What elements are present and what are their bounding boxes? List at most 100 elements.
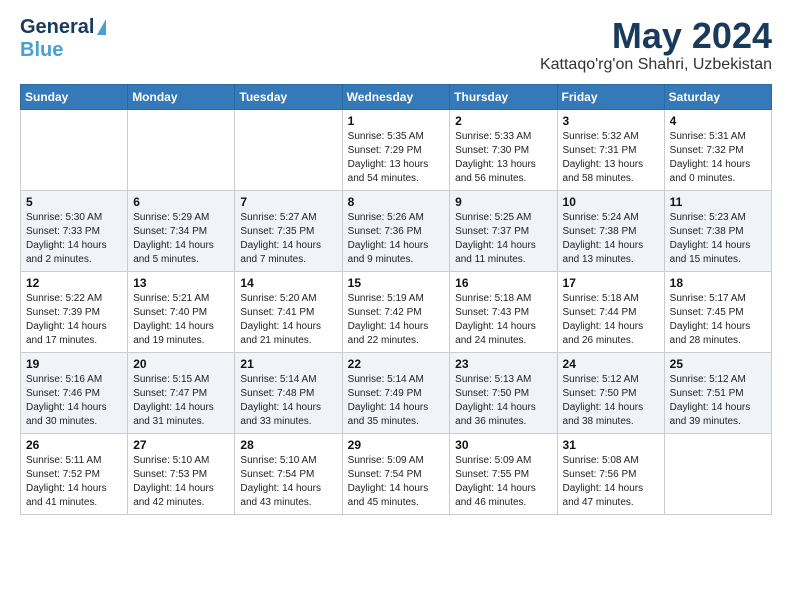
calendar-header-wednesday: Wednesday	[342, 84, 450, 109]
calendar-cell-4-6	[664, 433, 771, 514]
day-number: 21	[240, 357, 336, 371]
day-info: Sunrise: 5:10 AM Sunset: 7:54 PM Dayligh…	[240, 454, 336, 510]
day-info: Sunrise: 5:26 AM Sunset: 7:36 PM Dayligh…	[348, 211, 445, 267]
day-info: Sunrise: 5:18 AM Sunset: 7:44 PM Dayligh…	[563, 292, 659, 348]
calendar-cell-2-1: 13Sunrise: 5:21 AM Sunset: 7:40 PM Dayli…	[128, 271, 235, 352]
day-number: 20	[133, 357, 229, 371]
calendar-header-monday: Monday	[128, 84, 235, 109]
calendar-cell-0-6: 4Sunrise: 5:31 AM Sunset: 7:32 PM Daylig…	[664, 109, 771, 190]
day-number: 18	[670, 276, 766, 290]
day-number: 22	[348, 357, 445, 371]
day-number: 8	[348, 195, 445, 209]
logo: General Blue	[20, 16, 106, 62]
day-info: Sunrise: 5:35 AM Sunset: 7:29 PM Dayligh…	[348, 130, 445, 186]
calendar-header-sunday: Sunday	[21, 84, 128, 109]
day-info: Sunrise: 5:23 AM Sunset: 7:38 PM Dayligh…	[670, 211, 766, 267]
day-number: 6	[133, 195, 229, 209]
location-title: Kattaqo'rg'on Shahri, Uzbekistan	[540, 56, 772, 74]
day-info: Sunrise: 5:22 AM Sunset: 7:39 PM Dayligh…	[26, 292, 122, 348]
calendar-cell-1-4: 9 Sunrise: 5:25 AM Sunset: 7:37 PM Daylig…	[450, 190, 557, 271]
day-info: Sunrise: 5:08 AM Sunset: 7:56 PM Dayligh…	[563, 454, 659, 510]
day-info: Sunrise: 5:20 AM Sunset: 7:41 PM Dayligh…	[240, 292, 336, 348]
day-info: Sunrise: 5:16 AM Sunset: 7:46 PM Dayligh…	[26, 373, 122, 429]
calendar-cell-3-6: 25 Sunrise: 5:12 AM Sunset: 7:51 PM Dayli…	[664, 352, 771, 433]
day-number: 16	[455, 276, 551, 290]
calendar-cell-3-4: 23 Sunrise: 5:13 AM Sunset: 7:50 PM Dayli…	[450, 352, 557, 433]
day-number: 14	[240, 276, 336, 290]
title-block: May 2024 Kattaqo'rg'on Shahri, Uzbekista…	[540, 16, 772, 74]
calendar-cell-3-5: 24 Sunrise: 5:12 AM Sunset: 7:50 PM Dayli…	[557, 352, 664, 433]
day-number: 31	[563, 438, 659, 452]
calendar-cell-4-1: 27 Sunrise: 5:10 AM Sunset: 7:53 PM Dayli…	[128, 433, 235, 514]
day-info: Sunrise: 5:25 AM Sunset: 7:37 PM Dayligh…	[455, 211, 551, 267]
calendar-cell-0-1	[128, 109, 235, 190]
day-info: Sunrise: 5:33 AM Sunset: 7:30 PM Dayligh…	[455, 130, 551, 186]
day-number: 19	[26, 357, 122, 371]
month-title: May 2024	[540, 16, 772, 56]
day-info: Sunrise: 5:12 AM Sunset: 7:51 PM Dayligh…	[670, 373, 766, 429]
day-info: Sunrise: 5:30 AM Sunset: 7:33 PM Dayligh…	[26, 211, 122, 267]
calendar-week-2: 12 Sunrise: 5:22 AM Sunset: 7:39 PM Dayli…	[21, 271, 772, 352]
day-info: Sunrise: 5:19 AM Sunset: 7:42 PM Dayligh…	[348, 292, 445, 348]
day-info: Sunrise: 5:09 AM Sunset: 7:54 PM Dayligh…	[348, 454, 445, 510]
calendar-cell-2-0: 12 Sunrise: 5:22 AM Sunset: 7:39 PM Dayli…	[21, 271, 128, 352]
day-number: 15	[348, 276, 445, 290]
day-number: 12	[26, 276, 122, 290]
day-number: 28	[240, 438, 336, 452]
day-info: Sunrise: 5:11 AM Sunset: 7:52 PM Dayligh…	[26, 454, 122, 510]
calendar-cell-0-5: 3Sunrise: 5:32 AM Sunset: 7:31 PM Daylig…	[557, 109, 664, 190]
calendar-cell-3-2: 21Sunrise: 5:14 AM Sunset: 7:48 PM Dayli…	[235, 352, 342, 433]
calendar-header-saturday: Saturday	[664, 84, 771, 109]
day-number: 3	[563, 114, 659, 128]
calendar-cell-2-2: 14 Sunrise: 5:20 AM Sunset: 7:41 PM Dayli…	[235, 271, 342, 352]
calendar-cell-0-4: 2Sunrise: 5:33 AM Sunset: 7:30 PM Daylig…	[450, 109, 557, 190]
day-number: 24	[563, 357, 659, 371]
calendar: SundayMondayTuesdayWednesdayThursdayFrid…	[20, 84, 772, 515]
day-number: 25	[670, 357, 766, 371]
day-number: 27	[133, 438, 229, 452]
header: General Blue May 2024 Kattaqo'rg'on Shah…	[20, 16, 772, 74]
calendar-cell-1-1: 6 Sunrise: 5:29 AM Sunset: 7:34 PM Daylig…	[128, 190, 235, 271]
calendar-week-1: 5Sunrise: 5:30 AM Sunset: 7:33 PM Daylig…	[21, 190, 772, 271]
day-info: Sunrise: 5:29 AM Sunset: 7:34 PM Dayligh…	[133, 211, 229, 267]
day-number: 11	[670, 195, 766, 209]
day-number: 30	[455, 438, 551, 452]
calendar-cell-4-2: 28 Sunrise: 5:10 AM Sunset: 7:54 PM Dayli…	[235, 433, 342, 514]
day-number: 17	[563, 276, 659, 290]
day-number: 23	[455, 357, 551, 371]
day-number: 29	[348, 438, 445, 452]
calendar-cell-4-0: 26 Sunrise: 5:11 AM Sunset: 7:52 PM Dayli…	[21, 433, 128, 514]
day-number: 7	[240, 195, 336, 209]
calendar-cell-2-4: 16 Sunrise: 5:18 AM Sunset: 7:43 PM Dayli…	[450, 271, 557, 352]
day-info: Sunrise: 5:14 AM Sunset: 7:49 PM Dayligh…	[348, 373, 445, 429]
page: General Blue May 2024 Kattaqo'rg'on Shah…	[0, 0, 792, 612]
calendar-cell-4-3: 29 Sunrise: 5:09 AM Sunset: 7:54 PM Dayli…	[342, 433, 450, 514]
day-info: Sunrise: 5:12 AM Sunset: 7:50 PM Dayligh…	[563, 373, 659, 429]
calendar-cell-1-3: 8 Sunrise: 5:26 AM Sunset: 7:36 PM Daylig…	[342, 190, 450, 271]
calendar-cell-0-0	[21, 109, 128, 190]
day-info: Sunrise: 5:09 AM Sunset: 7:55 PM Dayligh…	[455, 454, 551, 510]
day-info: Sunrise: 5:18 AM Sunset: 7:43 PM Dayligh…	[455, 292, 551, 348]
calendar-cell-0-3: 1Sunrise: 5:35 AM Sunset: 7:29 PM Daylig…	[342, 109, 450, 190]
day-info: Sunrise: 5:17 AM Sunset: 7:45 PM Dayligh…	[670, 292, 766, 348]
day-info: Sunrise: 5:15 AM Sunset: 7:47 PM Dayligh…	[133, 373, 229, 429]
day-info: Sunrise: 5:10 AM Sunset: 7:53 PM Dayligh…	[133, 454, 229, 510]
day-number: 9	[455, 195, 551, 209]
calendar-header-thursday: Thursday	[450, 84, 557, 109]
calendar-cell-2-3: 15 Sunrise: 5:19 AM Sunset: 7:42 PM Dayli…	[342, 271, 450, 352]
calendar-week-0: 1Sunrise: 5:35 AM Sunset: 7:29 PM Daylig…	[21, 109, 772, 190]
calendar-cell-3-0: 19 Sunrise: 5:16 AM Sunset: 7:46 PM Dayli…	[21, 352, 128, 433]
day-info: Sunrise: 5:31 AM Sunset: 7:32 PM Dayligh…	[670, 130, 766, 186]
day-number: 26	[26, 438, 122, 452]
calendar-cell-1-6: 11 Sunrise: 5:23 AM Sunset: 7:38 PM Dayli…	[664, 190, 771, 271]
day-info: Sunrise: 5:13 AM Sunset: 7:50 PM Dayligh…	[455, 373, 551, 429]
calendar-header-friday: Friday	[557, 84, 664, 109]
calendar-header-tuesday: Tuesday	[235, 84, 342, 109]
calendar-cell-0-2	[235, 109, 342, 190]
day-info: Sunrise: 5:24 AM Sunset: 7:38 PM Dayligh…	[563, 211, 659, 267]
calendar-cell-4-4: 30 Sunrise: 5:09 AM Sunset: 7:55 PM Dayli…	[450, 433, 557, 514]
calendar-cell-3-1: 20 Sunrise: 5:15 AM Sunset: 7:47 PM Dayli…	[128, 352, 235, 433]
day-info: Sunrise: 5:21 AM Sunset: 7:40 PM Dayligh…	[133, 292, 229, 348]
calendar-cell-1-2: 7Sunrise: 5:27 AM Sunset: 7:35 PM Daylig…	[235, 190, 342, 271]
calendar-header-row: SundayMondayTuesdayWednesdayThursdayFrid…	[21, 84, 772, 109]
